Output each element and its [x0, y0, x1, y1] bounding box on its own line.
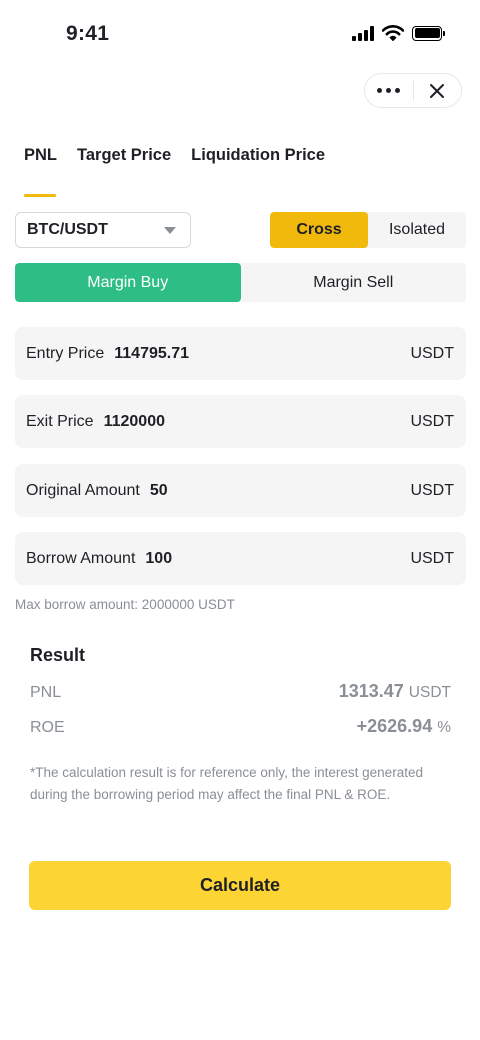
result-pnl-unit: USDT: [408, 684, 451, 701]
pair-select[interactable]: BTC/USDT: [15, 212, 191, 248]
caret-down-icon: [164, 226, 176, 234]
battery-icon: [412, 25, 445, 41]
close-button[interactable]: [414, 74, 462, 107]
status-icons: [352, 25, 445, 41]
disclaimer: *The calculation result is for reference…: [30, 765, 423, 802]
tab-pnl[interactable]: PNL: [24, 146, 57, 197]
exit-price-field[interactable]: Exit Price 1120000 USDT: [15, 395, 466, 448]
field-label: Borrow Amount: [26, 549, 136, 567]
calculator-tabs: PNL Target Price Liquidation Price: [24, 146, 325, 197]
entry-price-value[interactable]: 114795.71: [114, 345, 410, 363]
result-pnl-label: PNL: [30, 684, 62, 701]
result-title: Result: [30, 645, 86, 665]
max-borrow-hint: Max borrow amount: 2000000 USDT: [15, 597, 235, 612]
result-pnl-row: PNL 1313.47 USDT: [30, 681, 451, 702]
calculate-button[interactable]: Calculate: [29, 861, 451, 910]
result-roe-row: ROE +2626.94 %: [30, 716, 451, 737]
field-label: Exit Price: [26, 412, 94, 430]
field-label: Entry Price: [26, 344, 105, 362]
result-pnl-value: 1313.47: [338, 681, 404, 701]
original-amount-value[interactable]: 50: [150, 482, 411, 500]
margin-mode-toggle: Cross Isolated: [270, 212, 466, 248]
result-pnl-value-group: 1313.47 USDT: [339, 681, 451, 702]
tab-liquidation-price[interactable]: Liquidation Price: [191, 146, 325, 165]
original-amount-field[interactable]: Original Amount 50 USDT: [15, 464, 466, 517]
tab-target-price[interactable]: Target Price: [77, 146, 171, 165]
result-roe-value-group: +2626.94 %: [357, 716, 451, 737]
more-button[interactable]: [365, 74, 413, 107]
margin-sell-button[interactable]: Margin Sell: [241, 263, 467, 302]
field-unit: USDT: [410, 412, 454, 430]
field-unit: USDT: [410, 344, 454, 362]
result-roe-unit: %: [437, 719, 451, 736]
status-time: 9:41: [66, 22, 110, 45]
capsule-menu: [364, 73, 462, 108]
field-unit: USDT: [410, 481, 454, 499]
wifi-icon: [382, 25, 404, 41]
pair-select-value: BTC/USDT: [27, 221, 108, 238]
margin-buy-button[interactable]: Margin Buy: [15, 263, 241, 302]
result-roe-value: +2626.94: [356, 716, 433, 736]
borrow-amount-field[interactable]: Borrow Amount 100 USDT: [15, 532, 466, 585]
more-icon: [377, 88, 401, 93]
status-bar: 9:41: [0, 0, 480, 72]
cross-button[interactable]: Cross: [270, 212, 368, 248]
side-toggle: Margin Buy Margin Sell: [15, 263, 466, 302]
field-unit: USDT: [410, 549, 454, 567]
isolated-button[interactable]: Isolated: [368, 212, 466, 248]
field-label: Original Amount: [26, 481, 140, 499]
borrow-amount-value[interactable]: 100: [145, 550, 410, 568]
cellular-signal-icon: [352, 25, 374, 41]
close-icon: [430, 83, 445, 98]
exit-price-value[interactable]: 1120000: [104, 413, 411, 431]
entry-price-field[interactable]: Entry Price 114795.71 USDT: [15, 327, 466, 380]
result-roe-label: ROE: [30, 719, 65, 736]
